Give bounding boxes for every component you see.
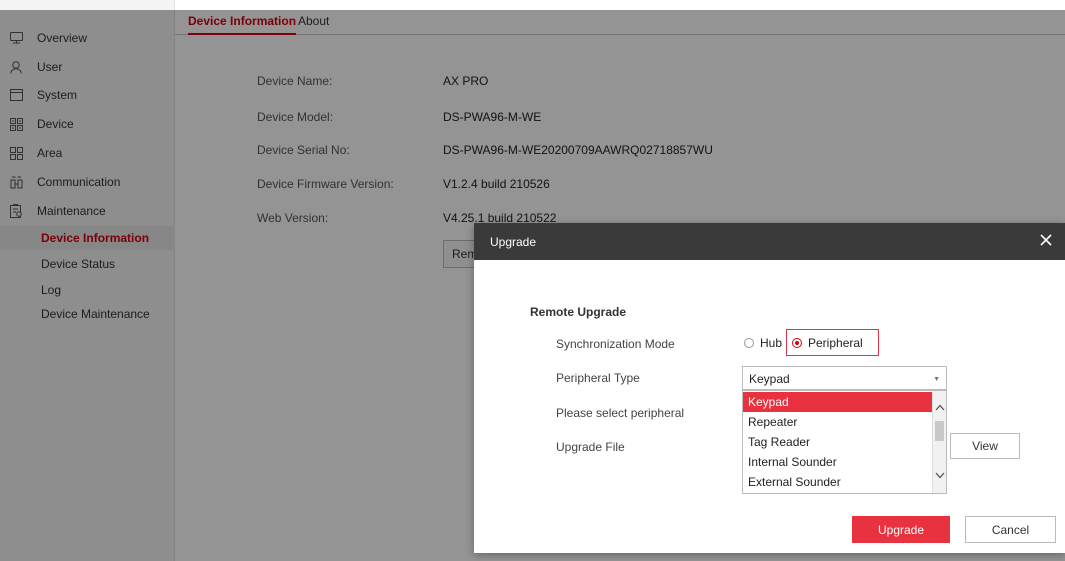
dropdown-option[interactable]: Repeater (743, 412, 932, 432)
chevron-up-icon[interactable] (934, 401, 946, 413)
dropdown-option[interactable]: Keypad (743, 392, 932, 412)
close-icon[interactable] (1037, 231, 1055, 249)
peripheral-type-label: Peripheral Type (556, 371, 640, 385)
section-title: Remote Upgrade (530, 305, 627, 319)
dialog-header: Upgrade (474, 223, 1065, 260)
hub-radio[interactable]: Hub (744, 336, 782, 350)
select-value: Keypad (749, 372, 790, 386)
peripheral-type-dropdown: Keypad Repeater Tag Reader Internal Soun… (742, 390, 947, 494)
chevron-down-icon[interactable] (934, 469, 946, 481)
dropdown-scrollbar[interactable] (932, 391, 946, 493)
peripheral-radio-label: Peripheral (808, 336, 863, 350)
scroll-thumb[interactable] (935, 421, 944, 441)
chevron-down-icon: ▼ (933, 376, 940, 383)
hub-radio-label: Hub (760, 336, 783, 350)
peripheral-type-select[interactable]: Keypad ▼ (742, 366, 947, 390)
select-peripheral-label: Please select peripheral (556, 406, 685, 420)
peripheral-radio[interactable]: Peripheral (792, 336, 863, 350)
dropdown-option[interactable]: Tag Reader (743, 432, 932, 452)
upgrade-file-label: Upgrade File (556, 440, 625, 454)
upgrade-dialog: Upgrade Remote Upgrade Synchronization M… (474, 223, 1065, 553)
sync-mode-label: Synchronization Mode (556, 337, 675, 351)
view-button[interactable]: View (950, 433, 1020, 459)
radio-circle (744, 338, 754, 348)
dropdown-option[interactable]: Internal Sounder (743, 452, 932, 472)
cancel-button[interactable]: Cancel (965, 516, 1056, 543)
dropdown-option[interactable]: External Sounder (743, 472, 932, 492)
radio-circle (792, 338, 802, 348)
dialog-title: Upgrade (490, 235, 537, 249)
upgrade-button[interactable]: Upgrade (852, 516, 950, 543)
